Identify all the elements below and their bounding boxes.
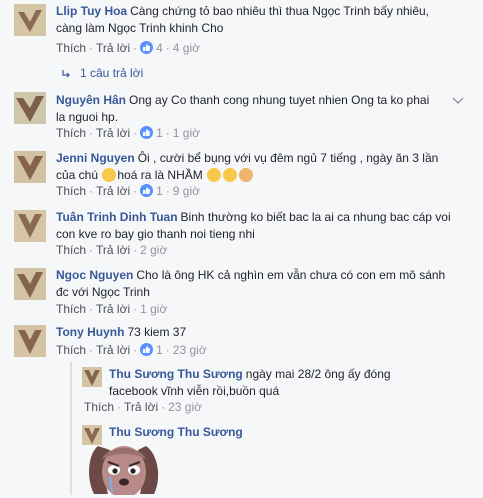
comment-actions: Thích · Trả lời · 1 giờ [56, 302, 168, 316]
comment-actions: Thích · Trả lời · 2 giờ [56, 243, 168, 257]
timestamp[interactable]: 9 giờ [173, 184, 200, 198]
avatar[interactable] [14, 210, 46, 242]
comment-text: 73 kiem 37 [127, 325, 187, 339]
timestamp[interactable]: 2 giờ [140, 243, 167, 257]
comment-text-continued: hoá ra là NHẦM [117, 168, 203, 182]
comment-actions: Thích · Trả lời · 1 · 1 giờ [56, 126, 201, 140]
comment-body: Jenni Nguyen Ôi , cười bể bụng với vụ đêm… [56, 150, 456, 184]
commenter-name[interactable]: Nguyên Hân [56, 93, 126, 107]
avatar[interactable] [82, 367, 102, 387]
commenter-name[interactable]: Llip Tuy Hoa [56, 4, 127, 18]
timestamp[interactable]: 4 giờ [173, 41, 200, 55]
timestamp[interactable]: 23 giờ [168, 400, 202, 414]
comment-actions: Thích · Trả lời · 1 · 23 giờ [56, 343, 207, 357]
comment-body: Tony Huynh 73 kiem 37 [56, 324, 456, 341]
reply-link[interactable]: Trả lời [96, 243, 130, 257]
comment-actions: Thích · Trả lời · 4 · 4 giờ [56, 41, 201, 55]
reply-thread-line [70, 362, 72, 495]
timestamp[interactable]: 1 giờ [173, 126, 200, 140]
avatar[interactable] [14, 151, 46, 183]
like-link[interactable]: Thích [84, 400, 114, 414]
like-link[interactable]: Thích [56, 243, 86, 257]
like-count[interactable]: 4 [156, 41, 163, 55]
comment-body: Nguyên Hân Ong ay Co thanh cong nhung tuy… [56, 92, 436, 126]
timestamp[interactable]: 1 giờ [140, 302, 167, 316]
reply-link[interactable]: Trả lời [96, 302, 130, 316]
commenter-name[interactable]: Ngoc Nguyen [56, 268, 133, 282]
reply-link[interactable]: Trả lời [96, 184, 130, 198]
laughing-emoji-icon [102, 168, 117, 182]
commenter-name[interactable]: Thu Sương Thu Sương [109, 367, 243, 381]
woman-face-emoji-icon [239, 168, 254, 182]
commenter-name[interactable]: Tony Huynh [56, 325, 124, 339]
reply-link[interactable]: Trả lời [124, 400, 158, 414]
comment-body: Tuân Trinh Dinh Tuan Binh thường ko biết … [56, 209, 466, 243]
view-replies-link[interactable]: 1 câu trả lời [80, 66, 143, 80]
timestamp[interactable]: 23 giờ [173, 343, 207, 357]
reply-body: Thu Sương Thu Sương [109, 424, 409, 441]
like-count[interactable]: 1 [156, 343, 163, 357]
like-link[interactable]: Thích [56, 343, 86, 357]
chevron-down-icon[interactable] [452, 96, 464, 106]
thumbs-up-icon [140, 343, 154, 356]
laughing-emoji-icon [207, 168, 222, 182]
reply-actions: Thích · Trả lời · 23 giờ [84, 400, 202, 414]
comment-actions: Thích · Trả lời · 1 · 9 giờ [56, 184, 201, 198]
avatar[interactable] [14, 4, 46, 36]
sticker-image[interactable] [84, 440, 164, 498]
comment-body: Llip Tuy Hoa Càng chứng tỏ bao nhiêu thì … [56, 3, 456, 37]
commenter-name[interactable]: Tuân Trinh Dinh Tuan [56, 210, 178, 224]
like-link[interactable]: Thích [56, 302, 86, 316]
reply-body: Thu Sương Thu Sương ngày mai 28/2 ông ấy … [109, 366, 439, 400]
reply-link[interactable]: Trả lời [96, 41, 130, 55]
thumbs-up-icon [140, 126, 154, 139]
like-link[interactable]: Thích [56, 184, 86, 198]
reply-link[interactable]: Trả lời [96, 343, 130, 357]
avatar[interactable] [14, 268, 46, 300]
like-link[interactable]: Thích [56, 41, 86, 55]
comment-body: Ngoc Nguyen Cho là ông HK cả nghìn em vẫn… [56, 267, 456, 301]
reply-arrow-icon [62, 70, 70, 78]
commenter-name[interactable]: Jenni Nguyen [56, 151, 135, 165]
reply-link[interactable]: Trả lời [96, 126, 130, 140]
comment-thread: Llip Tuy Hoa Càng chứng tỏ bao nhiêu thì … [0, 0, 483, 498]
laughing-emoji-icon [223, 168, 238, 182]
avatar[interactable] [14, 92, 46, 124]
like-count[interactable]: 1 [156, 184, 163, 198]
commenter-name[interactable]: Thu Sương Thu Sương [109, 425, 243, 439]
avatar[interactable] [14, 325, 46, 357]
thumbs-up-icon [140, 184, 154, 197]
like-count[interactable]: 1 [156, 126, 163, 140]
thumbs-up-icon [140, 41, 154, 54]
like-link[interactable]: Thích [56, 126, 86, 140]
